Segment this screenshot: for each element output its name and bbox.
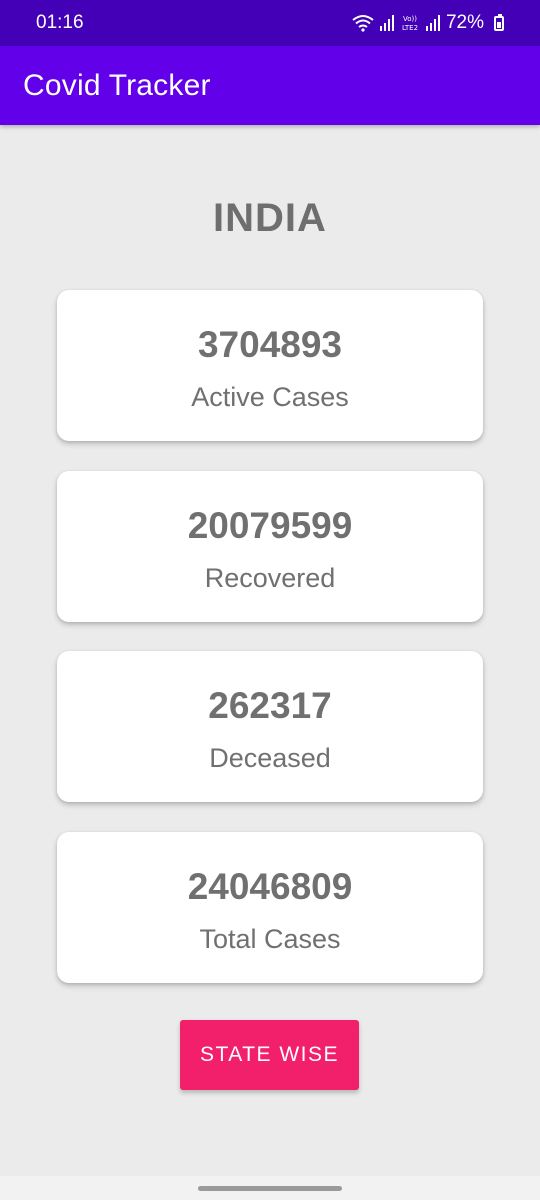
volte-icon: Vo)) LTE2: [400, 14, 420, 32]
svg-text:Vo)): Vo)): [403, 15, 417, 23]
recovered-value: 20079599: [187, 505, 353, 546]
signal-icon: [379, 15, 394, 31]
state-wise-button[interactable]: STATE WISE: [180, 1020, 359, 1090]
status-icons: Vo)) LTE2 72%: [352, 12, 504, 34]
app-title: Covid Tracker: [23, 68, 211, 102]
battery-icon: [494, 13, 504, 31]
total-cases-label: Total Cases: [199, 924, 341, 954]
status-bar: 01:16 Vo)) LTE2 72%: [0, 0, 540, 46]
deceased-card: 262317 Deceased: [57, 651, 483, 802]
app-bar: Covid Tracker: [0, 46, 540, 125]
home-gesture-handle[interactable]: [198, 1185, 342, 1191]
deceased-value: 262317: [208, 685, 332, 726]
svg-text:LTE2: LTE2: [402, 24, 418, 32]
battery-percent: 72%: [445, 12, 484, 33]
signal-icon: [425, 15, 440, 31]
recovered-card: 20079599 Recovered: [57, 471, 483, 622]
wifi-icon: [352, 14, 374, 32]
active-cases-card: 3704893 Active Cases: [57, 290, 483, 441]
active-cases-label: Active Cases: [191, 382, 349, 412]
total-cases-card: 24046809 Total Cases: [57, 832, 483, 983]
navigation-bar: [0, 1176, 540, 1200]
deceased-label: Deceased: [209, 743, 331, 773]
clock: 01:16: [36, 12, 84, 33]
active-cases-value: 3704893: [197, 324, 343, 365]
country-title: INDIA: [213, 196, 327, 240]
total-cases-value: 24046809: [187, 866, 353, 907]
recovered-label: Recovered: [204, 563, 336, 593]
